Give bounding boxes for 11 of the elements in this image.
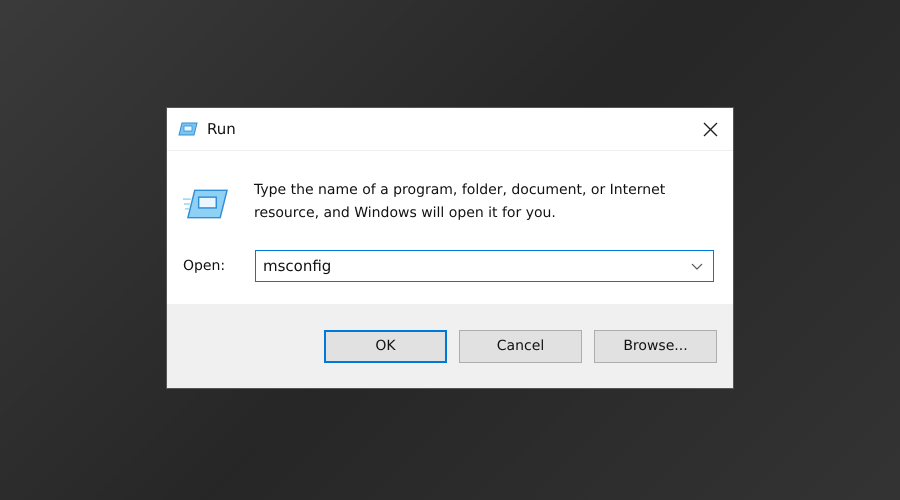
- run-app-icon: [183, 187, 228, 221]
- close-icon: [702, 122, 718, 136]
- dialog-button[interactable]: Cancel: [459, 330, 582, 362]
- dialog-button[interactable]: OK: [324, 330, 447, 362]
- dropdown-chevron-icon: [691, 262, 703, 270]
- instruction-text: Type the name of a program, folder, document, or Internet resource, and Windows will open it for you.: [254, 181, 666, 223]
- open-label: Open:: [183, 258, 226, 274]
- window-title: Run: [207, 120, 237, 138]
- run-app-icon: [178, 122, 198, 136]
- open-combobox[interactable]: msconfig: [255, 250, 714, 282]
- dialog-button[interactable]: Browse...: [594, 330, 717, 362]
